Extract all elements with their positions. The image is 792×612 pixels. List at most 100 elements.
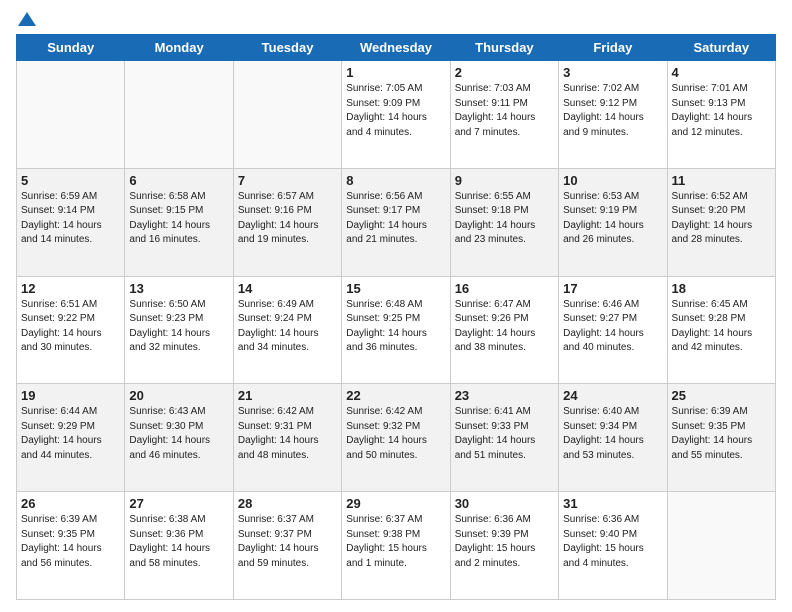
week-row-2: 5Sunrise: 6:59 AM Sunset: 9:14 PM Daylig… (17, 168, 776, 276)
calendar-cell: 14Sunrise: 6:49 AM Sunset: 9:24 PM Dayli… (233, 276, 341, 384)
week-row-4: 19 Sunrise: 6:44 AM Sunset: 9:29 PM Dayli… (17, 384, 776, 492)
calendar-cell: 16 Sunrise: 6:47 AM Sunset: 9:26 PM Dayli… (450, 276, 558, 384)
day-number: 3 (563, 65, 662, 80)
day-number: 18 (672, 281, 771, 296)
day-number: 21 (238, 388, 337, 403)
day-info: Sunrise: 6:37 AM Sunset: 9:37 PM Dayligh… (238, 513, 337, 571)
day-info: Sunrise: 6:46 AM Sunset: 9:27 PM Dayligh… (563, 298, 662, 356)
calendar-cell: 6 Sunrise: 6:58 AM Sunset: 9:15 PM Daylig… (125, 168, 233, 276)
day-number: 29 (346, 496, 445, 511)
day-number: 20 (129, 388, 228, 403)
day-number: 22 (346, 388, 445, 403)
day-info: Sunrise: 6:52 AM Sunset: 9:20 PM Dayligh… (672, 190, 771, 248)
day-number: 26 (21, 496, 120, 511)
day-number: 12 (21, 281, 120, 296)
calendar-cell: 25Sunrise: 6:39 AM Sunset: 9:35 PM Dayli… (667, 384, 775, 492)
day-number: 19 (21, 388, 120, 403)
day-number: 16 (455, 281, 554, 296)
day-info: Sunrise: 6:51 AM Sunset: 9:22 PM Dayligh… (21, 298, 120, 356)
day-info: Sunrise: 6:45 AM Sunset: 9:28 PM Dayligh… (672, 298, 771, 356)
logo-icon (18, 12, 36, 26)
calendar-cell: 29 Sunrise: 6:37 AM Sunset: 9:38 PM Dayli… (342, 492, 450, 600)
weekday-header-tuesday: Tuesday (233, 35, 341, 61)
day-number: 2 (455, 65, 554, 80)
day-info: Sunrise: 6:53 AM Sunset: 9:19 PM Dayligh… (563, 190, 662, 248)
calendar-cell: 22 Sunrise: 6:42 AM Sunset: 9:32 PM Dayli… (342, 384, 450, 492)
calendar-cell: 26Sunrise: 6:39 AM Sunset: 9:35 PM Dayli… (17, 492, 125, 600)
day-info: Sunrise: 6:41 AM Sunset: 9:33 PM Dayligh… (455, 405, 554, 463)
day-number: 31 (563, 496, 662, 511)
calendar-cell: 15 Sunrise: 6:48 AM Sunset: 9:25 PM Dayli… (342, 276, 450, 384)
day-info: Sunrise: 6:57 AM Sunset: 9:16 PM Dayligh… (238, 190, 337, 248)
week-row-1: 1Sunrise: 7:05 AM Sunset: 9:09 PM Daylig… (17, 61, 776, 169)
day-info: Sunrise: 6:44 AM Sunset: 9:29 PM Dayligh… (21, 405, 120, 463)
day-number: 15 (346, 281, 445, 296)
day-number: 11 (672, 173, 771, 188)
day-info: Sunrise: 6:36 AM Sunset: 9:39 PM Dayligh… (455, 513, 554, 571)
day-info: Sunrise: 7:03 AM Sunset: 9:11 PM Dayligh… (455, 82, 554, 140)
calendar-cell (17, 61, 125, 169)
calendar-cell (233, 61, 341, 169)
calendar-cell: 13Sunrise: 6:50 AM Sunset: 9:23 PM Dayli… (125, 276, 233, 384)
day-info: Sunrise: 6:40 AM Sunset: 9:34 PM Dayligh… (563, 405, 662, 463)
calendar-cell: 17 Sunrise: 6:46 AM Sunset: 9:27 PM Dayli… (559, 276, 667, 384)
week-row-3: 12 Sunrise: 6:51 AM Sunset: 9:22 PM Dayli… (17, 276, 776, 384)
calendar-cell: 4 Sunrise: 7:01 AM Sunset: 9:13 PM Daylig… (667, 61, 775, 169)
page: SundayMondayTuesdayWednesdayThursdayFrid… (0, 0, 792, 612)
calendar-cell: 5Sunrise: 6:59 AM Sunset: 9:14 PM Daylig… (17, 168, 125, 276)
calendar-cell: 18 Sunrise: 6:45 AM Sunset: 9:28 PM Dayli… (667, 276, 775, 384)
day-number: 6 (129, 173, 228, 188)
day-number: 14 (238, 281, 337, 296)
calendar-cell: 24 Sunrise: 6:40 AM Sunset: 9:34 PM Dayli… (559, 384, 667, 492)
day-info: Sunrise: 6:36 AM Sunset: 9:40 PM Dayligh… (563, 513, 662, 571)
calendar-cell: 19 Sunrise: 6:44 AM Sunset: 9:29 PM Dayli… (17, 384, 125, 492)
calendar-cell: 28Sunrise: 6:37 AM Sunset: 9:37 PM Dayli… (233, 492, 341, 600)
logo (16, 12, 36, 26)
calendar-cell: 21 Sunrise: 6:42 AM Sunset: 9:31 PM Dayli… (233, 384, 341, 492)
calendar-cell (125, 61, 233, 169)
day-info: Sunrise: 6:42 AM Sunset: 9:32 PM Dayligh… (346, 405, 445, 463)
calendar-cell: 3Sunrise: 7:02 AM Sunset: 9:12 PM Daylig… (559, 61, 667, 169)
day-number: 5 (21, 173, 120, 188)
calendar-cell: 31 Sunrise: 6:36 AM Sunset: 9:40 PM Dayli… (559, 492, 667, 600)
calendar-cell (667, 492, 775, 600)
calendar-cell: 8Sunrise: 6:56 AM Sunset: 9:17 PM Daylig… (342, 168, 450, 276)
day-info: Sunrise: 7:01 AM Sunset: 9:13 PM Dayligh… (672, 82, 771, 140)
calendar-cell: 23 Sunrise: 6:41 AM Sunset: 9:33 PM Dayli… (450, 384, 558, 492)
day-number: 1 (346, 65, 445, 80)
header (16, 12, 776, 26)
calendar-cell: 20 Sunrise: 6:43 AM Sunset: 9:30 PM Dayli… (125, 384, 233, 492)
day-info: Sunrise: 6:39 AM Sunset: 9:35 PM Dayligh… (672, 405, 771, 463)
day-number: 30 (455, 496, 554, 511)
calendar-cell: 9 Sunrise: 6:55 AM Sunset: 9:18 PM Daylig… (450, 168, 558, 276)
day-number: 23 (455, 388, 554, 403)
weekday-header-friday: Friday (559, 35, 667, 61)
weekday-header-row: SundayMondayTuesdayWednesdayThursdayFrid… (17, 35, 776, 61)
day-info: Sunrise: 6:58 AM Sunset: 9:15 PM Dayligh… (129, 190, 228, 248)
weekday-header-wednesday: Wednesday (342, 35, 450, 61)
weekday-header-saturday: Saturday (667, 35, 775, 61)
calendar-cell: 2 Sunrise: 7:03 AM Sunset: 9:11 PM Daylig… (450, 61, 558, 169)
calendar-cell: 11 Sunrise: 6:52 AM Sunset: 9:20 PM Dayli… (667, 168, 775, 276)
day-number: 4 (672, 65, 771, 80)
day-info: Sunrise: 6:48 AM Sunset: 9:25 PM Dayligh… (346, 298, 445, 356)
day-info: Sunrise: 6:42 AM Sunset: 9:31 PM Dayligh… (238, 405, 337, 463)
day-number: 27 (129, 496, 228, 511)
weekday-header-sunday: Sunday (17, 35, 125, 61)
day-info: Sunrise: 6:47 AM Sunset: 9:26 PM Dayligh… (455, 298, 554, 356)
weekday-header-thursday: Thursday (450, 35, 558, 61)
calendar-cell: 7Sunrise: 6:57 AM Sunset: 9:16 PM Daylig… (233, 168, 341, 276)
day-info: Sunrise: 6:50 AM Sunset: 9:23 PM Dayligh… (129, 298, 228, 356)
calendar-cell: 10Sunrise: 6:53 AM Sunset: 9:19 PM Dayli… (559, 168, 667, 276)
calendar-cell: 30 Sunrise: 6:36 AM Sunset: 9:39 PM Dayli… (450, 492, 558, 600)
day-info: Sunrise: 6:38 AM Sunset: 9:36 PM Dayligh… (129, 513, 228, 571)
day-info: Sunrise: 6:43 AM Sunset: 9:30 PM Dayligh… (129, 405, 228, 463)
day-number: 9 (455, 173, 554, 188)
day-info: Sunrise: 6:37 AM Sunset: 9:38 PM Dayligh… (346, 513, 445, 571)
calendar-cell: 27 Sunrise: 6:38 AM Sunset: 9:36 PM Dayli… (125, 492, 233, 600)
day-info: Sunrise: 6:55 AM Sunset: 9:18 PM Dayligh… (455, 190, 554, 248)
weekday-header-monday: Monday (125, 35, 233, 61)
week-row-5: 26Sunrise: 6:39 AM Sunset: 9:35 PM Dayli… (17, 492, 776, 600)
day-number: 17 (563, 281, 662, 296)
day-number: 24 (563, 388, 662, 403)
